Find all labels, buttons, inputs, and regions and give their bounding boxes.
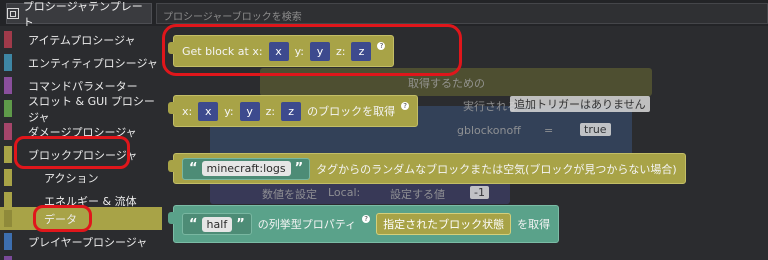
block-connector xyxy=(168,212,174,224)
tag-string-input[interactable]: “ minecraft:logs ” xyxy=(182,157,311,180)
top-bar: プロシージャテンプレート プロシージャーブロックを検索 xyxy=(0,0,768,29)
sidebar-item-label: アイテムプロシージャ xyxy=(28,33,136,47)
enum-property-block[interactable]: “ half ” の列挙型プロパティ ? 指定されたブロック状態 を取得 xyxy=(168,205,560,243)
close-quote-icon: ” xyxy=(294,161,304,176)
sidebar-item-label: ブロックプロシージャ xyxy=(28,148,138,162)
sidebar-item-slot-gui-procedures[interactable]: スロット & GUI プロシージャ xyxy=(0,95,162,124)
sidebar-item-block-procedures[interactable]: ブロックプロシージャ xyxy=(0,143,162,166)
info-icon[interactable]: ? xyxy=(377,42,386,50)
block-workspace[interactable]: 実行される 取得するための 追加トリガーはありません gblockonoff =… xyxy=(162,26,768,257)
y-label: y: xyxy=(294,44,304,58)
category-color-swatch xyxy=(4,233,12,250)
x-input-slot[interactable]: x xyxy=(198,101,219,121)
bg-set-number-text: 数値を設定 xyxy=(262,188,317,201)
sidebar-item-next[interactable] xyxy=(0,253,162,260)
block-connector xyxy=(168,102,174,114)
sidebar-item-label: エンティティプロシージャ xyxy=(28,56,158,70)
bg-gblock-text: gblockonoff xyxy=(457,124,521,137)
block-state-input[interactable]: 指定されたブロック状態 xyxy=(376,213,512,235)
open-quote-icon: “ xyxy=(189,216,198,232)
sidebar-item-data[interactable]: データ xyxy=(0,207,162,230)
category-color-swatch xyxy=(4,31,12,48)
block-connector xyxy=(168,42,174,54)
enum-property-suffix: を取得 xyxy=(517,218,551,231)
x-label: x: xyxy=(182,104,193,118)
bg-equals-text: = xyxy=(544,124,554,137)
sidebar-item-actions[interactable]: アクション xyxy=(0,166,162,189)
x-input-slot[interactable]: x xyxy=(268,41,289,61)
random-block-suffix: タグからのランダムなブロックまたは空気(ブロックが見つからない場合) xyxy=(316,162,677,176)
z-input-slot[interactable]: z xyxy=(351,41,372,61)
property-string-input[interactable]: “ half ” xyxy=(182,213,252,235)
sidebar-item-label: コマンドパラメーター xyxy=(28,79,138,93)
block-search-input[interactable]: プロシージャーブロックを検索 xyxy=(156,3,768,24)
y-input-slot[interactable]: y xyxy=(239,101,260,121)
z-label: z: xyxy=(265,104,276,118)
tag-value[interactable]: minecraft:logs xyxy=(201,161,291,176)
y-input-slot[interactable]: y xyxy=(309,41,330,61)
sidebar-item-item-procedures[interactable]: アイテムプロシージャ xyxy=(0,28,162,51)
bg-set-value-text: 設定する値 xyxy=(390,188,445,201)
category-color-swatch xyxy=(4,146,12,163)
get-block-xyz-block[interactable]: x: x y: y z: z のブロックを取得 ? xyxy=(168,95,419,127)
bg-local-text: Local: xyxy=(328,186,361,199)
category-color-swatch xyxy=(4,54,12,71)
block-connector xyxy=(168,160,174,172)
sidebar-item-damage-procedures[interactable]: ダメージプロシージャ xyxy=(0,120,162,143)
sidebar-item-entity-procedures[interactable]: エンティティプロシージャ xyxy=(0,51,162,74)
category-sidebar: アイテムプロシージャ エンティティプロシージャ コマンドパラメーター スロット … xyxy=(0,26,162,260)
category-color-swatch xyxy=(4,210,12,227)
sidebar-item-player-procedures[interactable]: プレイヤープロシージャ xyxy=(0,230,162,253)
y-label: y: xyxy=(224,104,234,118)
sidebar-item-label: ダメージプロシージャ xyxy=(28,125,137,139)
info-icon[interactable]: ? xyxy=(401,102,410,110)
category-color-swatch xyxy=(4,123,12,140)
info-icon[interactable]: ? xyxy=(362,215,371,223)
template-icon xyxy=(7,8,19,19)
random-block-from-tag-block[interactable]: “ minecraft:logs ” タグからのランダムなブロックまたは空気(ブ… xyxy=(168,153,686,184)
sidebar-item-label: プレイヤープロシージャ xyxy=(28,235,148,249)
get-block-at-block[interactable]: Get block at x: x y: y z: z ? xyxy=(168,35,395,67)
category-color-swatch xyxy=(4,100,12,117)
category-color-swatch xyxy=(4,77,12,94)
bg-trigger-label: 追加トリガーはありません xyxy=(510,96,650,112)
get-block-at-label: Get block at x: xyxy=(182,44,263,58)
close-quote-icon: ” xyxy=(236,216,245,232)
z-input-slot[interactable]: z xyxy=(281,101,302,121)
sidebar-item-label: アクション xyxy=(44,171,99,185)
bg-true-value: true xyxy=(580,123,611,136)
bg-minus-one: -1 xyxy=(470,186,489,199)
bg-partial-text: 取得するための xyxy=(408,77,485,90)
enum-property-label: の列挙型プロパティ xyxy=(257,218,357,231)
search-placeholder: プロシージャーブロックを検索 xyxy=(163,12,302,23)
property-value[interactable]: half xyxy=(201,216,233,232)
sidebar-item-label: データ xyxy=(44,212,77,226)
open-quote-icon: “ xyxy=(189,161,198,176)
get-block-suffix: のブロックを取得 xyxy=(307,105,396,118)
category-color-swatch xyxy=(4,169,12,186)
procedure-templates-tab[interactable]: プロシージャテンプレート xyxy=(6,0,152,29)
z-label: z: xyxy=(335,44,346,58)
